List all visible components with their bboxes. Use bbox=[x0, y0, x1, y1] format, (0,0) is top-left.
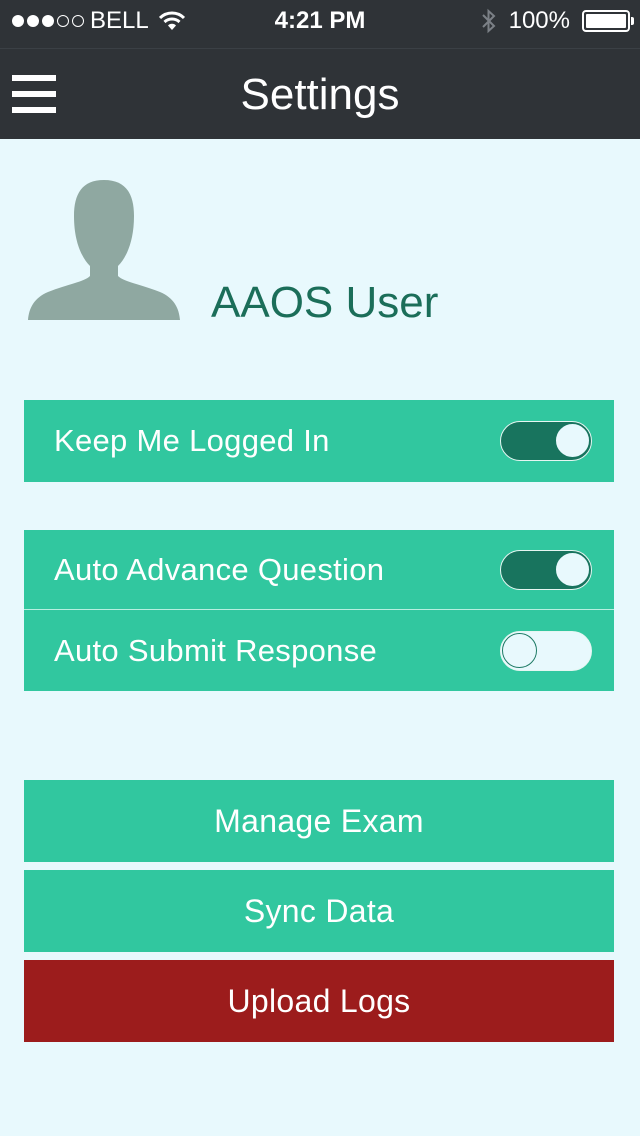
navigation-bar: Settings bbox=[0, 48, 640, 139]
setting-keep-logged-in: Keep Me Logged In bbox=[24, 400, 614, 482]
battery-percent: 100% bbox=[508, 7, 570, 34]
username: AAOS User bbox=[211, 278, 439, 327]
auto-submit-toggle[interactable] bbox=[500, 630, 592, 671]
setting-label: Auto Advance Question bbox=[54, 551, 385, 587]
sync-data-button[interactable]: Sync Data bbox=[24, 870, 614, 952]
battery-icon bbox=[582, 10, 634, 32]
manage-exam-button[interactable]: Manage Exam bbox=[24, 780, 614, 862]
setting-auto-submit: Auto Submit Response bbox=[24, 609, 614, 691]
hamburger-menu-icon[interactable] bbox=[12, 75, 56, 113]
setting-label: Auto Submit Response bbox=[54, 632, 378, 668]
status-right: 100% bbox=[481, 0, 634, 42]
setting-label: Keep Me Logged In bbox=[54, 423, 330, 458]
page-title: Settings bbox=[240, 69, 400, 119]
status-bar: BELL 4:21 PM 100% bbox=[0, 0, 640, 48]
user-silhouette-icon bbox=[28, 180, 180, 320]
toggle-knob bbox=[555, 551, 590, 587]
bluetooth-icon bbox=[481, 8, 497, 34]
setting-auto-advance: Auto Advance Question bbox=[24, 530, 614, 609]
auto-advance-toggle[interactable] bbox=[500, 549, 592, 590]
toggle-knob bbox=[502, 632, 537, 668]
toggle-knob bbox=[555, 423, 590, 458]
keep-logged-in-toggle[interactable] bbox=[500, 421, 592, 461]
upload-logs-button[interactable]: Upload Logs bbox=[24, 960, 614, 1042]
